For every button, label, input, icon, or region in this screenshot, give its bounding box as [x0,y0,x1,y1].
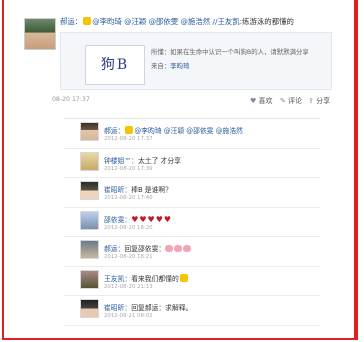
like-button[interactable]: ♥ 喜欢 [250,96,273,106]
repost-text: 练游泳的都懂的 [242,17,294,26]
comment-list: 郝运： @李昀琦 @汪颖 @邵依雯 @施浩然 2012-08-20 17:37 钟… [64,118,320,326]
list-item: 郝运：回复邵依雯： 2012-08-20 18:21 [64,237,320,267]
emoji-icon [125,126,134,134]
list-item: 郝运： @李昀琦 @汪颖 @邵依雯 @施浩然 2012-08-20 17:37 [64,119,320,149]
comment-text: 棒B 是谁啊？ [131,186,172,194]
list-item: 王友凯：看来我们都懂的 2012-08-20 21:13 [64,267,320,296]
comment-time: 2012-08-20 18:21 [104,254,153,260]
emoji-icon [83,17,92,25]
quote-line: 所懂：如果在生命中认识一个叫狗B的人，请默默满分享 [151,48,309,56]
pig-emoji-icon [174,245,183,252]
comment-author[interactable]: 邵依雯： [104,216,131,224]
comment-author[interactable]: 郝运： [104,127,124,135]
comment-button[interactable]: ✎ 评论 [280,96,302,106]
pig-emoji-icon [183,245,192,252]
comment-text: 回复邵依雯： [124,245,166,253]
pig-emoji-icon [165,245,174,252]
comment-time: 2012-08-20 18:20 [104,224,153,231]
quote-user[interactable]: 李昀琦 [170,62,189,70]
list-item: 钟楼姐™：太土了 才分享 2012-08-20 17:39 [64,149,320,178]
list-item: 崔昭昕：回复郝运：求解释。 2012-08-21 08:02 [64,296,320,326]
repost-user[interactable]: //王友凯: [212,17,242,26]
comment-time: 2012-08-20 21:13 [104,283,153,290]
avatar[interactable] [80,299,99,318]
comment-text: @李昀琦 @汪颖 @邵依雯 @施浩然 [134,127,243,135]
list-item: 崔昭昕：棒B 是谁啊？ 2012-08-20 17:40 [64,178,320,208]
comment-author[interactable]: 崔昭昕： [104,304,131,312]
avatar[interactable] [80,181,99,200]
comment-time: 2012-08-20 17:37 [104,136,153,142]
avatar[interactable] [80,151,99,171]
emoji-icon [179,273,188,282]
list-item: 邵依雯：♥♥♥♥♥ 2012-08-20 18:20 [64,208,320,237]
quoted-post: 狗B 所懂：如果在生命中认识一个叫狗B的人，请默默满分享 来自：李昀琦 [60,32,332,90]
avatar[interactable] [80,210,99,230]
handwriting-image[interactable]: 狗B [85,45,145,85]
comment-text: 看来我们都懂的 [131,274,179,283]
comment-text: ♥♥♥♥♥ [131,214,173,224]
post-text: 郝运： @李昀琦 @汪颖 @邵依雯 @施浩然 //王友凯:练游泳的都懂的 [60,16,294,27]
avatar[interactable] [80,240,99,259]
avatar[interactable] [80,122,99,141]
comment-author[interactable]: 王友凯： [104,275,131,283]
comment-author[interactable]: 钟楼姐™： [104,157,138,165]
post-time: 08-20 17:37 [52,96,90,103]
comment-icon: ✎ [280,97,286,105]
comment-author[interactable]: 崔昭昕： [104,186,131,194]
comment-time: 2012-08-20 17:40 [104,195,153,201]
author-name[interactable]: 郝运： [60,17,82,26]
comment-text: 回复郝运：求解释。 [131,304,193,312]
quote-source: 来自：李昀琦 [151,62,190,70]
share-icon: ⇪ [308,97,314,105]
mention-links[interactable]: @李昀琦 @汪颖 @邵依雯 @施浩然 [92,17,210,26]
author-avatar[interactable] [24,18,56,50]
comment-author[interactable]: 郝运： [104,245,124,253]
share-button[interactable]: ⇪ 分享 [308,96,330,106]
heart-icon: ♥ [250,97,257,105]
comment-time: 2012-08-20 17:39 [104,165,153,172]
comment-text: 太土了 才分享 [137,156,181,165]
comment-time: 2012-08-21 08:02 [104,313,153,319]
avatar[interactable] [80,269,99,289]
